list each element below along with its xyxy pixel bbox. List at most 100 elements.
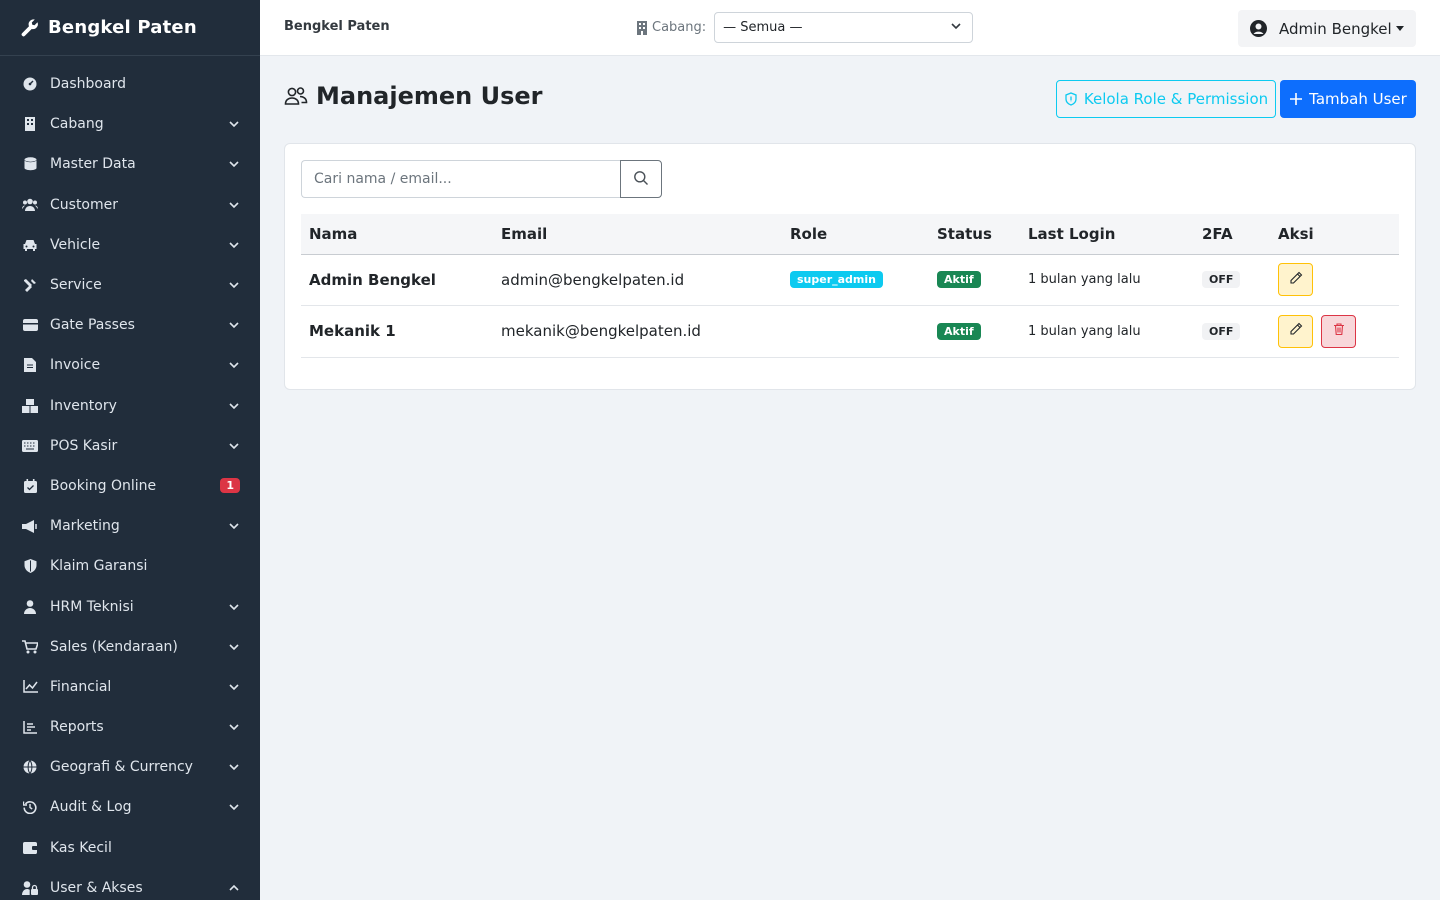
chevron-down-icon [228, 279, 240, 291]
sidebar-item-label: Customer [50, 196, 119, 213]
sidebar-item-marketing[interactable]: Marketing [0, 506, 260, 546]
user-name: Admin Bengkel [1279, 19, 1392, 38]
search-button[interactable] [620, 160, 662, 198]
cart-icon [22, 639, 38, 655]
history-icon [22, 799, 38, 815]
shield-icon [1064, 92, 1078, 106]
role-badge: super_admin [790, 271, 883, 289]
twofa-cell: OFF [1194, 306, 1270, 358]
chevron-down-icon [228, 118, 240, 130]
chevron-down-icon [950, 20, 962, 36]
brand[interactable]: Bengkel Paten [0, 0, 260, 56]
sidebar-item-master-data[interactable]: Master Data [0, 144, 260, 184]
status-badge: Aktif [937, 322, 981, 340]
add-user-button[interactable]: Tambah User [1280, 80, 1416, 118]
bar-chart-icon [22, 719, 38, 735]
sidebar-item-service[interactable]: Service [0, 265, 260, 305]
column-header[interactable]: Last Login [1020, 214, 1194, 255]
keyboard-icon [22, 438, 38, 454]
tools-icon [22, 277, 38, 293]
sidebar-item-label: Master Data [50, 156, 136, 173]
sidebar-item-vehicle[interactable]: Vehicle [0, 225, 260, 265]
sidebar-item-booking-online[interactable]: Booking Online 1 [0, 466, 260, 506]
delete-button[interactable] [1321, 314, 1357, 348]
twofa-badge: OFF [1202, 271, 1241, 289]
sidebar-item-label: Dashboard [50, 76, 126, 93]
sidebar-item-invoice[interactable]: Invoice [0, 345, 260, 385]
sidebar-item-label: Invoice [50, 357, 101, 374]
sidebar-item-label: Inventory [50, 397, 117, 414]
manage-role-button[interactable]: Kelola Role & Permission [1056, 80, 1276, 118]
sidebar-item-label: Cabang [50, 116, 104, 133]
sidebar: Bengkel Paten Dashboard Cabang Master Data… [0, 0, 260, 900]
user-table: Nama Email Role Status Last Login 2FA Ak… [301, 214, 1399, 358]
last-login-cell: 1 bulan yang lalu [1028, 323, 1141, 339]
sidebar-item-klaim-garansi[interactable]: Klaim Garansi [0, 546, 260, 586]
chevron-down-icon [228, 158, 240, 170]
sidebar-item-inventory[interactable]: Inventory [0, 386, 260, 426]
building-icon [636, 20, 648, 35]
user-menu-button[interactable]: Admin Bengkel [1238, 10, 1416, 47]
user-email-cell: mekanik@bengkelpaten.id [501, 322, 701, 341]
sidebar-item-label: Booking Online [50, 477, 157, 494]
chevron-down-icon [228, 801, 240, 813]
column-header[interactable]: Nama [301, 214, 493, 255]
sidebar-item-label: Marketing [50, 518, 120, 535]
chevron-down-icon [228, 440, 240, 452]
branch-label: Cabang: [652, 20, 707, 35]
database-icon [22, 156, 38, 172]
actions-cell [1270, 306, 1399, 358]
sidebar-item-financial[interactable]: Financial [0, 667, 260, 707]
sidebar-item-label: Audit & Log [50, 799, 132, 816]
chevron-down-icon [228, 319, 240, 331]
page-title-text: Manajemen User [316, 82, 543, 110]
sidebar-item-hrm-teknisi[interactable]: HRM Teknisi [0, 586, 260, 626]
people-icon [284, 85, 308, 107]
globe-icon [22, 759, 38, 775]
sidebar-item-audit-log[interactable]: Audit & Log [0, 787, 260, 827]
status-cell: Aktif [929, 254, 1020, 306]
column-header[interactable]: 2FA [1194, 214, 1270, 255]
branch-select[interactable]: — Semua — [714, 12, 974, 43]
sidebar-item-label: POS Kasir [50, 437, 118, 454]
sidebar-item-kas-kecil[interactable]: Kas Kecil [0, 828, 260, 868]
page-title: Manajemen User [284, 82, 542, 110]
sidebar-item-geografi-currency[interactable]: Geografi & Currency [0, 747, 260, 787]
pencil-icon [1289, 271, 1303, 289]
building-icon [22, 116, 38, 132]
edit-button[interactable] [1278, 263, 1313, 297]
sidebar-item-sales-kendaraan[interactable]: Sales (Kendaraan) [0, 627, 260, 667]
branch-select-value: — Semua — [723, 20, 803, 35]
column-header: Aksi [1270, 214, 1399, 255]
sidebar-item-label: Kas Kecil [50, 839, 112, 856]
sidebar-item-reports[interactable]: Reports [0, 707, 260, 747]
table-row: Mekanik 1 mekanik@bengkelpaten.id Aktif … [301, 306, 1399, 358]
sidebar-menu: Dashboard Cabang Master Data Customer Vehicl… [0, 56, 260, 900]
search-input[interactable] [301, 160, 620, 198]
sidebar-item-pos-kasir[interactable]: POS Kasir [0, 426, 260, 466]
column-header[interactable]: Email [493, 214, 782, 255]
chevron-down-icon [228, 359, 240, 371]
sidebar-item-gate-passes[interactable]: Gate Passes [0, 305, 260, 345]
role-cell: super_admin [782, 254, 929, 306]
status-badge: Aktif [937, 271, 981, 289]
search-icon [633, 170, 649, 189]
column-header[interactable]: Status [929, 214, 1020, 255]
sidebar-item-cabang[interactable]: Cabang [0, 104, 260, 144]
chevron-down-icon [228, 400, 240, 412]
car-icon [22, 237, 38, 253]
sidebar-item-customer[interactable]: Customer [0, 185, 260, 225]
edit-button[interactable] [1278, 314, 1313, 348]
sidebar-item-label: HRM Teknisi [50, 598, 134, 615]
topbar: Bengkel Paten Cabang: — Semua — Admin Be… [260, 0, 1440, 56]
twofa-cell: OFF [1194, 254, 1270, 306]
sidebar-item-label: Sales (Kendaraan) [50, 638, 178, 655]
sidebar-item-dashboard[interactable]: Dashboard [0, 64, 260, 104]
column-header[interactable]: Role [782, 214, 929, 255]
app-title: Bengkel Paten [284, 19, 390, 34]
sidebar-item-label: Financial [50, 678, 112, 695]
ticket-icon [22, 317, 38, 333]
chart-line-icon [22, 679, 38, 695]
sidebar-item-user-akses[interactable]: User & Akses [0, 868, 260, 900]
table-header-row: Nama Email Role Status Last Login 2FA Ak… [301, 214, 1399, 255]
